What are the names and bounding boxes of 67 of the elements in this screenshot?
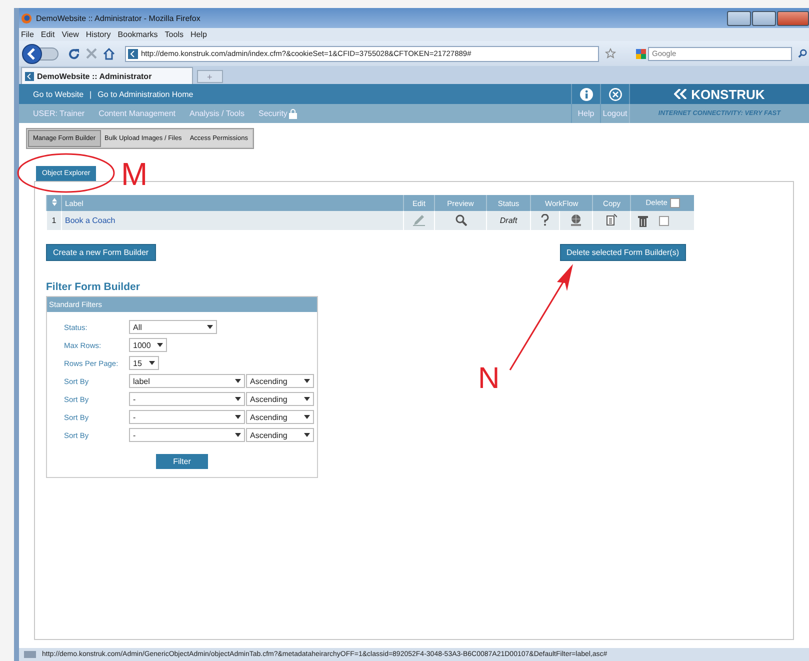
row-checkbox[interactable]	[658, 216, 669, 226]
caret-icon	[149, 361, 155, 365]
menu-item[interactable]: Bookmarks	[118, 30, 158, 39]
section-title: Filter Form Builder	[46, 281, 141, 293]
globe-icon[interactable]	[570, 214, 582, 226]
nav-link[interactable]: Go to Administration Home	[98, 90, 194, 98]
site-icon	[25, 72, 34, 80]
trash-icon[interactable]	[638, 214, 648, 226]
dropdown[interactable]: Ascending	[246, 428, 314, 442]
dropdown[interactable]: Ascending	[246, 374, 314, 388]
caret-icon	[304, 379, 310, 383]
help-icon[interactable]	[540, 214, 550, 226]
annotation-letter: M	[121, 156, 148, 192]
select-all-checkbox[interactable]	[670, 198, 680, 208]
menu-item[interactable]: File	[21, 30, 34, 39]
nav-link[interactable]: Go to Website	[33, 90, 84, 98]
create-button[interactable]: Create a new Form Builder	[46, 244, 156, 261]
filter-button[interactable]: Filter	[156, 454, 208, 469]
home-icon[interactable]	[103, 48, 115, 60]
bookmark-star-icon[interactable]	[605, 48, 616, 59]
menu-item[interactable]: Tools	[164, 30, 184, 39]
magnifier-icon[interactable]	[454, 214, 467, 226]
menu-item[interactable]: View	[62, 30, 79, 39]
dropdown[interactable]: label	[129, 374, 245, 388]
maximize-button[interactable]	[752, 10, 776, 26]
search-engine-icon[interactable]	[636, 48, 646, 58]
caret-icon	[207, 325, 213, 329]
caret-icon	[235, 415, 241, 419]
sort-icon[interactable]	[52, 198, 56, 206]
copy-icon[interactable]	[606, 214, 618, 226]
dropdown[interactable]: 15	[129, 356, 159, 370]
caret-icon	[304, 415, 310, 419]
window-title: DemoWebsite :: Administrator - Mozilla Firefox	[36, 14, 200, 22]
dropdown[interactable]: Ascending	[246, 392, 314, 406]
caret-icon	[304, 433, 310, 437]
caret-icon	[157, 343, 163, 347]
menu-item[interactable]: Edit	[40, 30, 55, 39]
status-text: Draft	[500, 216, 518, 225]
form-link[interactable]: Book a Coach	[65, 216, 116, 225]
delete-button[interactable]: Delete selected Form Builder(s)	[560, 244, 686, 261]
row-number: 1	[46, 211, 62, 230]
lock-icon	[289, 108, 298, 118]
search-icon[interactable]	[798, 49, 807, 58]
close-icon[interactable]	[608, 88, 622, 100]
browser-logo-icon	[21, 12, 32, 24]
dropdown[interactable]: All	[129, 320, 217, 334]
browser-tab[interactable]: DemoWebsite :: Administrator	[21, 67, 193, 84]
dropdown[interactable]: Ascending	[246, 410, 314, 424]
caret-icon	[235, 397, 241, 401]
menu-item[interactable]: Help	[190, 30, 207, 39]
info-icon[interactable]	[580, 88, 592, 100]
caret-icon	[235, 433, 241, 437]
close-button[interactable]	[777, 10, 809, 26]
status-icon	[24, 651, 36, 658]
menu-item[interactable]: History	[86, 30, 111, 39]
minimize-button[interactable]	[727, 10, 751, 26]
site-icon	[128, 48, 138, 58]
dropdown[interactable]: -	[129, 392, 245, 406]
dropdown[interactable]: 1000	[129, 338, 167, 352]
caret-icon	[235, 379, 241, 383]
annotation-letter: N	[478, 362, 500, 395]
caret-icon	[304, 397, 310, 401]
logo: KONSTRUK	[629, 84, 809, 104]
dropdown[interactable]: -	[129, 410, 245, 424]
dropdown[interactable]: -	[129, 428, 245, 442]
separator: |	[90, 90, 92, 98]
reload-icon[interactable]	[68, 48, 80, 60]
